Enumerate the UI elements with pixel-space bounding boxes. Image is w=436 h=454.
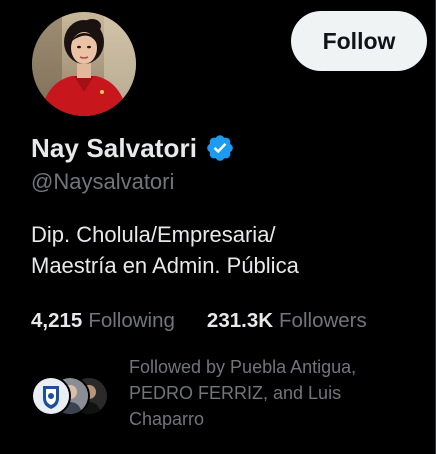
puebla-antigua-avatar — [31, 376, 71, 416]
profile-avatar[interactable] — [32, 12, 136, 116]
profile-card: Follow Nay Salvatori @Naysalvatori Dip. … — [0, 0, 436, 454]
followers-label: Followers — [279, 309, 367, 332]
follow-button[interactable]: Follow — [291, 11, 427, 71]
display-name: Nay Salvatori — [31, 132, 198, 163]
followers-link[interactable]: 231.3K Followers — [207, 309, 367, 333]
followed-by-text[interactable]: Followed by Puebla Antigua, PEDRO FERRIZ… — [129, 354, 419, 432]
mutual-avatars — [31, 376, 111, 416]
user-handle: @Naysalvatori — [31, 169, 175, 194]
follow-stats: 4,215 Following 231.3K Followers — [31, 307, 367, 335]
following-label: Following — [88, 309, 175, 332]
followed-by-section[interactable]: Followed by Puebla Antigua, PEDRO FERRIZ… — [31, 354, 421, 432]
verified-badge-icon[interactable] — [205, 133, 235, 163]
profile-bio: Dip. Cholula/Empresaria/ Maestría en Adm… — [31, 222, 299, 278]
name-row: Nay Salvatori — [31, 130, 235, 166]
followers-count: 231.3K — [206, 309, 274, 332]
following-link[interactable]: 4,215 Following — [31, 309, 175, 333]
avatar-image — [32, 12, 136, 116]
following-count: 4,215 — [31, 309, 83, 332]
